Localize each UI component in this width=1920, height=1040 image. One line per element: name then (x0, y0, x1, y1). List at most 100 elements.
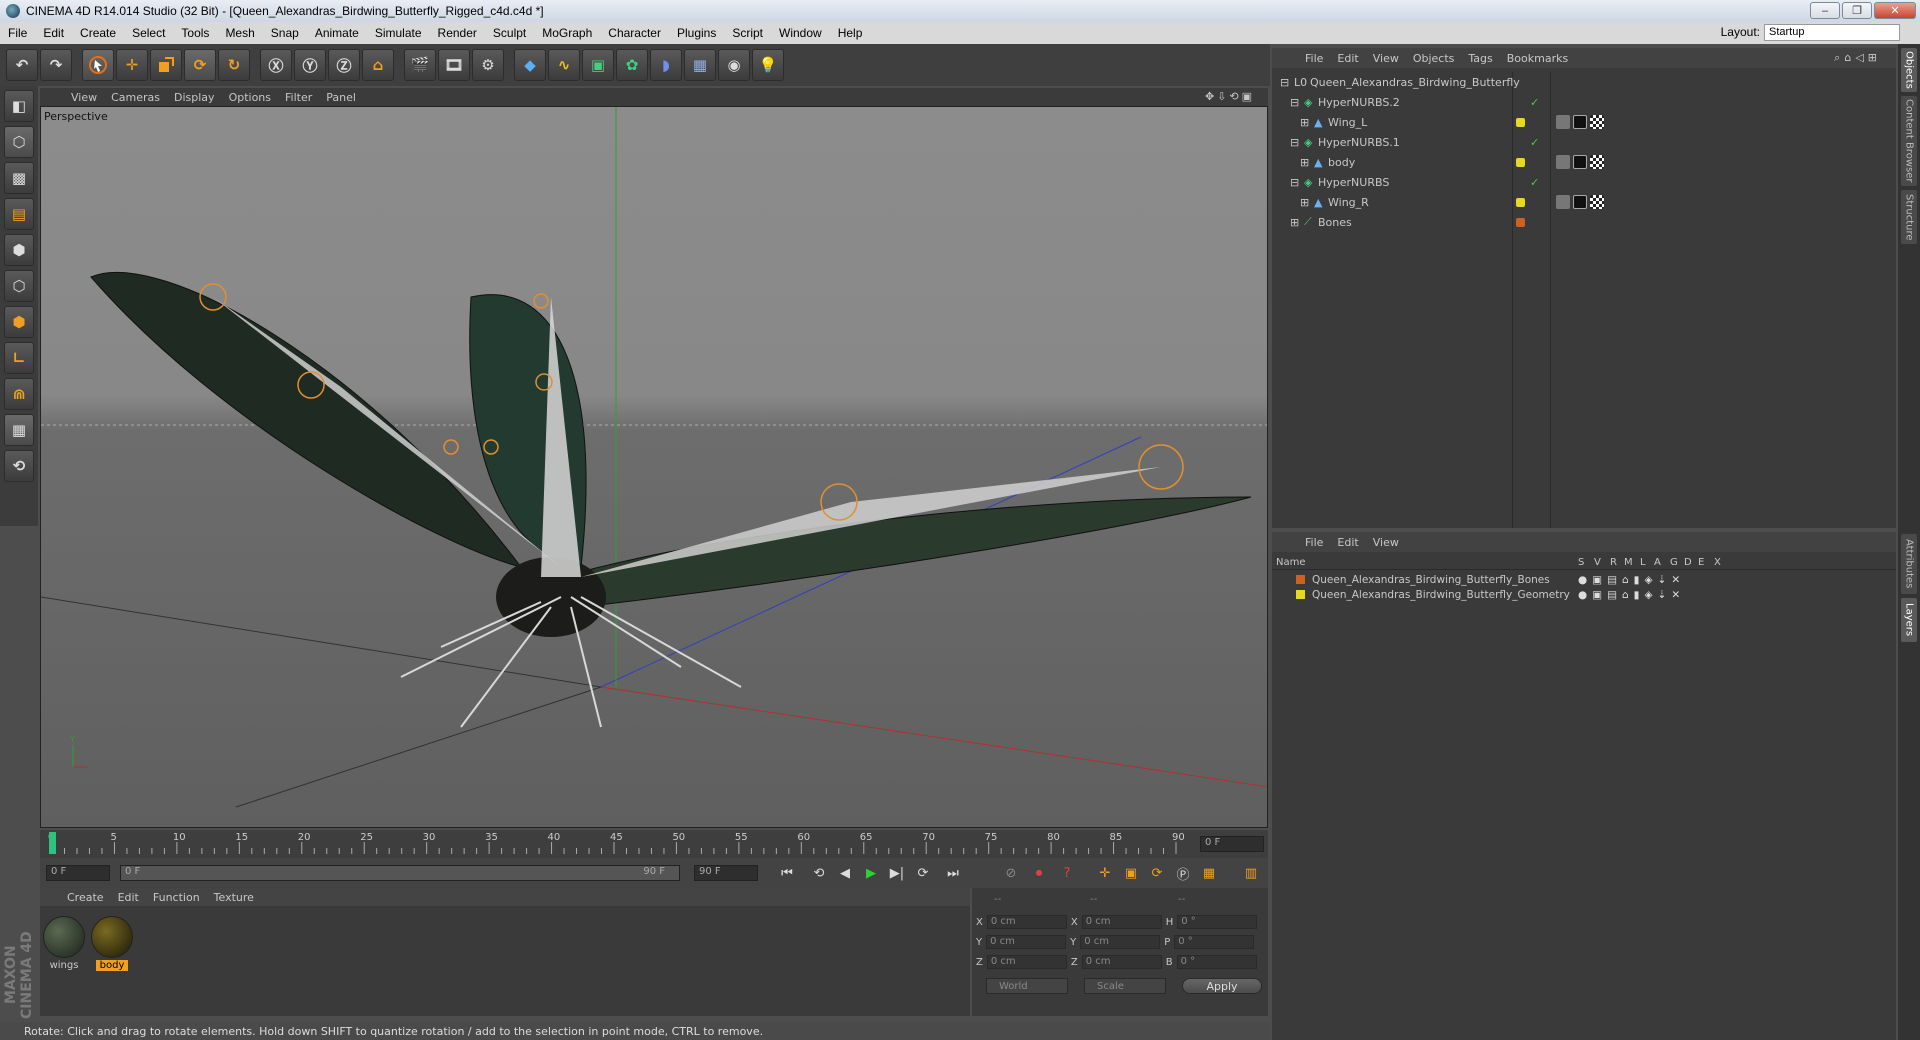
vp-menu-filter[interactable]: Filter (278, 91, 319, 104)
key-position-icon[interactable]: ✛ (1094, 863, 1116, 883)
menu-tools[interactable]: Tools (173, 26, 217, 40)
object-row-hypernurbs-2[interactable]: ⊟ ◈ HyperNURBS.2 ✓ (1272, 92, 1896, 112)
menu-edit[interactable]: Edit (35, 26, 72, 40)
spline-pen-icon[interactable]: ∿ (548, 49, 580, 81)
uvw-tag-icon[interactable] (1590, 115, 1604, 129)
tab-objects[interactable]: Objects (1901, 48, 1917, 92)
next-frame-icon[interactable]: ▶| (886, 863, 908, 883)
col-locked[interactable]: L (1640, 557, 1646, 568)
expand-icon[interactable]: ⊟ (1290, 136, 1299, 149)
go-to-start-icon[interactable]: ⏮ (776, 863, 798, 883)
frame-range-slider[interactable]: 0 F 90 F (120, 865, 680, 881)
key-scale-icon[interactable]: ▣ (1120, 863, 1142, 883)
col-xref[interactable]: X (1714, 557, 1721, 568)
z-axis-icon[interactable]: Ⓩ (328, 49, 360, 81)
material-wings[interactable]: wings (42, 916, 86, 972)
om-menu-bookmarks[interactable]: Bookmarks (1500, 52, 1575, 65)
menu-mograph[interactable]: MoGraph (534, 26, 600, 40)
col-manager[interactable]: M (1624, 557, 1633, 568)
menu-sculpt[interactable]: Sculpt (485, 26, 534, 40)
coordinate-system-icon[interactable]: ⌂ (362, 49, 394, 81)
menu-window[interactable]: Window (771, 26, 830, 40)
expand-icon[interactable]: ⊟ (1290, 176, 1299, 189)
pos-z-field[interactable]: 0 cm (986, 955, 1067, 969)
rotate-icon[interactable]: ⟳ (184, 49, 216, 81)
size-x-field[interactable]: 0 cm (1081, 915, 1162, 929)
scale-select[interactable]: Scale (1084, 978, 1166, 994)
tab-attributes[interactable]: Attributes (1901, 534, 1917, 594)
expand-icon[interactable]: ⊟ (1280, 76, 1289, 89)
col-generators[interactable]: G (1670, 557, 1678, 568)
play-icon[interactable]: ▶ (860, 863, 882, 883)
record-keys-icon[interactable]: ⊘ (1000, 863, 1022, 883)
texture-mode-icon[interactable]: ▩ (4, 162, 34, 194)
menu-create[interactable]: Create (72, 26, 124, 40)
col-view[interactable]: V (1594, 557, 1601, 568)
menu-render[interactable]: Render (430, 26, 485, 40)
array-icon[interactable]: ✿ (616, 49, 648, 81)
minimize-button[interactable]: – (1810, 2, 1840, 19)
lm-menu-view[interactable]: View (1366, 536, 1406, 549)
workplane-lock-icon[interactable]: ▦ (4, 414, 34, 446)
playhead[interactable] (49, 832, 56, 854)
menu-snap[interactable]: Snap (263, 26, 307, 40)
vp-menu-view[interactable]: View (64, 91, 104, 104)
close-button[interactable]: ✕ (1874, 2, 1916, 19)
col-solo[interactable]: S (1578, 557, 1584, 568)
om-menu-objects[interactable]: Objects (1406, 52, 1462, 65)
layer-row-bones[interactable]: Queen_Alexandras_Birdwing_Butterfly_Bone… (1272, 572, 1896, 587)
polygons-mode-icon[interactable]: ⬢ (4, 306, 34, 338)
3d-viewport[interactable]: Perspective Y (40, 106, 1268, 828)
size-z-field[interactable]: 0 cm (1081, 955, 1162, 969)
phong-tag-icon[interactable] (1556, 195, 1570, 209)
prev-key-icon[interactable]: ⟲ (808, 863, 830, 883)
expand-icon[interactable]: ⊞ (1290, 216, 1299, 229)
lm-menu-edit[interactable]: Edit (1330, 536, 1365, 549)
render-settings-icon[interactable]: ⚙ (472, 49, 504, 81)
menu-character[interactable]: Character (600, 26, 669, 40)
lm-menu-file[interactable]: File (1298, 536, 1330, 549)
layer-color-swatch[interactable] (1296, 590, 1305, 599)
object-row-hypernurbs-1[interactable]: ⊟ ◈ HyperNURBS.1 ✓ (1272, 132, 1896, 152)
redo-icon[interactable]: ↷ (40, 49, 72, 81)
menu-simulate[interactable]: Simulate (367, 26, 430, 40)
menu-file[interactable]: File (0, 26, 35, 40)
key-parameter-icon[interactable]: Ⓟ (1172, 863, 1194, 883)
pos-x-field[interactable]: 0 cm (986, 915, 1067, 929)
rot-b-field[interactable]: 0 ° (1176, 955, 1257, 969)
menu-select[interactable]: Select (124, 26, 173, 40)
y-axis-icon[interactable]: Ⓨ (294, 49, 326, 81)
layer-color-swatch[interactable] (1516, 157, 1525, 167)
material-tag-icon[interactable] (1573, 115, 1587, 129)
menu-animate[interactable]: Animate (307, 26, 367, 40)
go-to-end-icon[interactable]: ⏭ (942, 863, 964, 883)
apply-button[interactable]: Apply (1182, 978, 1262, 994)
material-body[interactable]: body (90, 916, 134, 972)
enabled-check-icon[interactable]: ✓ (1530, 176, 1539, 189)
enabled-check-icon[interactable]: ✓ (1530, 96, 1539, 109)
workplane-icon[interactable]: ▤ (4, 198, 34, 230)
camera-icon[interactable]: ◉ (718, 49, 750, 81)
tab-structure[interactable]: Structure (1901, 190, 1917, 244)
expand-icon[interactable]: ⊞ (1300, 116, 1309, 129)
light-icon[interactable]: 💡 (752, 49, 784, 81)
render-picture-viewer-icon[interactable]: 🎞 (438, 49, 470, 81)
key-pla-icon[interactable]: ▦ (1198, 863, 1220, 883)
layer-row-geometry[interactable]: Queen_Alexandras_Birdwing_Butterfly_Geom… (1272, 587, 1896, 602)
nurbs-icon[interactable]: ▣ (582, 49, 614, 81)
move-icon[interactable]: ✛ (116, 49, 148, 81)
object-row-root[interactable]: ⊟ L0 Queen_Alexandras_Birdwing_Butterfly (1272, 72, 1896, 92)
render-view-icon[interactable]: 🎬 (404, 49, 436, 81)
size-y-field[interactable]: 0 cm (1080, 935, 1161, 949)
mat-menu-function[interactable]: Function (146, 891, 207, 904)
points-mode-icon[interactable]: ⬢ (4, 234, 34, 266)
key-rotation-icon[interactable]: ⟳ (1146, 863, 1168, 883)
timeline-window-icon[interactable]: ▥ (1240, 863, 1262, 883)
recent-tool-icon[interactable]: ↻ (218, 49, 250, 81)
om-menu-tags[interactable]: Tags (1461, 52, 1499, 65)
object-row-hypernurbs[interactable]: ⊟ ◈ HyperNURBS ✓ (1272, 172, 1896, 192)
om-menu-view[interactable]: View (1366, 52, 1406, 65)
keyframe-selection-icon[interactable]: ? (1056, 863, 1078, 883)
om-toolbar-icons[interactable]: ⌕⌂◁⊞ (1827, 51, 1888, 65)
rot-h-field[interactable]: 0 ° (1177, 915, 1258, 929)
